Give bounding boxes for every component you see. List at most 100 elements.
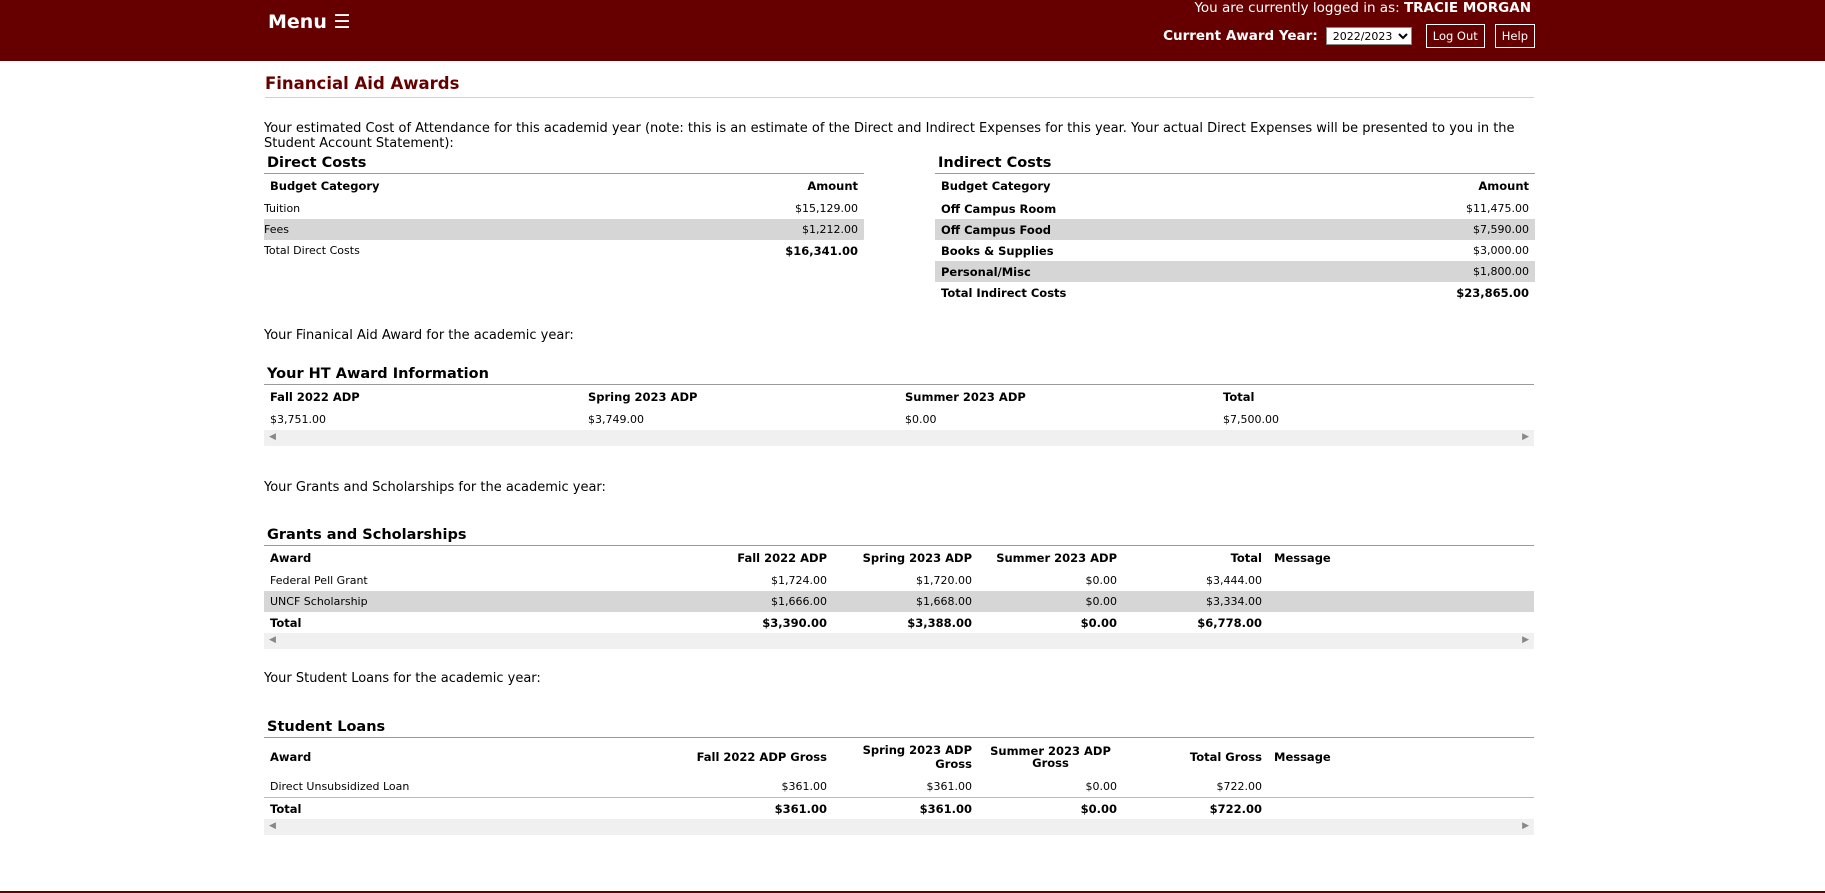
loans-lead: Your Student Loans for the academic year… [264,671,541,686]
table-row: Off Campus Room $11,475.00 [935,198,1535,219]
col-summer: Summer 2023 ADP [996,551,1117,565]
spring-amount: $361.00 [926,780,973,793]
arrow-right-icon[interactable]: ▶ [1522,635,1529,645]
grants-table: Award Fall 2022 ADP Spring 2023 ADP Summ… [264,546,1534,633]
col-award: Award [270,750,312,764]
top-navigation-bar: Menu ☰ You are currently logged in as: T… [0,0,1825,61]
fall-amount: $1,724.00 [771,574,827,587]
indirect-costs-header-row: Budget Category Amount [935,174,1535,198]
grants-total-row: Total $3,390.00 $3,388.00 $0.00 $6,778.0… [264,612,1534,633]
fall-amount: $361.00 [781,780,828,793]
grants-title: Grants and Scholarships [264,527,1534,546]
ht-fall-value: $3,751.00 [270,413,326,426]
cost-amount: $11,475.00 [1466,202,1529,215]
menu-label: Menu ☰ [268,11,351,33]
help-button[interactable]: Help [1494,24,1535,48]
total-amount: $16,341.00 [785,243,858,258]
total-amount: $722.00 [1216,780,1263,793]
summer-total: $0.00 [1080,801,1117,816]
main-content: Financial Aid Awards Your estimated Cost… [264,61,1535,835]
total-label: Total Direct Costs [264,244,360,257]
award-year-row: Current Award Year: 2022/2023 Log Out He… [1163,24,1535,48]
spring-total: $3,388.00 [907,615,972,630]
col-budget-category: Budget Category [270,179,380,193]
indirect-costs-title: Indirect Costs [935,155,1535,174]
col-award: Award [270,551,312,565]
page-title: Financial Aid Awards [265,74,1534,98]
summer-total: $0.00 [1080,615,1117,630]
col-amount: Amount [1478,179,1529,193]
col-summer: Summer 2023 ADP [905,390,1026,404]
loans-panel: Student Loans Award Fall 2022 ADP Gross … [264,719,1534,835]
horizontal-scrollbar[interactable]: ◀ ▶ [264,819,1534,835]
direct-costs-title: Direct Costs [264,155,864,174]
ht-total-value: $7,500.00 [1223,413,1279,426]
direct-costs-table: Budget Category Amount Tuition $15,129.0… [264,174,864,261]
arrow-right-icon[interactable]: ▶ [1522,432,1529,442]
indirect-costs-table: Budget Category Amount Off Campus Room $… [935,174,1535,303]
direct-costs-header-row: Budget Category Amount [264,174,864,198]
direct-costs-total-row: Total Direct Costs $16,341.00 [264,240,864,261]
loans-total-row: Total $361.00 $361.00 $0.00 $722.00 [264,798,1534,820]
summer-amount: $0.00 [1085,780,1118,793]
col-summer: Summer 2023 ADP Gross [990,744,1111,770]
total-amount: $23,865.00 [1456,285,1529,300]
col-message: Message [1274,750,1331,764]
col-spring: Spring 2023 ADP Gross [862,743,972,771]
award-name: UNCF Scholarship [264,591,687,612]
direct-costs-panel: Direct Costs Budget Category Amount Tuit… [264,155,864,261]
menu-button[interactable]: Menu ☰ [268,11,351,33]
total-label: Total Indirect Costs [941,285,1067,300]
col-fall: Fall 2022 ADP [270,390,360,404]
col-spring: Spring 2023 ADP [862,551,972,565]
award-year-select[interactable]: 2022/2023 [1325,27,1412,45]
cost-category: Off Campus Room [941,201,1057,216]
cost-category: Personal/Misc [935,261,1307,282]
ht-summer-value: $0.00 [905,413,937,426]
message [1268,798,1534,820]
spring-total: $361.00 [919,801,972,816]
ht-award-header-row: Fall 2022 ADP Spring 2023 ADP Summer 202… [264,385,1534,409]
arrow-right-icon[interactable]: ▶ [1522,821,1529,831]
cost-category: Tuition [264,202,301,215]
spring-amount: $1,668.00 [833,591,978,612]
ht-award-lead: Your Finanical Aid Award for the academi… [264,328,574,343]
total-amount: $3,334.00 [1123,591,1268,612]
award-year-label: Current Award Year: [1163,28,1318,44]
cost-tables: Direct Costs Budget Category Amount Tuit… [264,155,1535,305]
col-spring: Spring 2023 ADP [588,390,698,404]
spring-amount: $1,720.00 [916,574,972,587]
col-budget-category: Budget Category [941,179,1051,193]
summer-amount: $0.00 [1085,574,1118,587]
indirect-costs-panel: Indirect Costs Budget Category Amount Of… [935,155,1535,303]
fall-total: $3,390.00 [762,615,827,630]
grand-total: $722.00 [1209,801,1262,816]
table-row: $3,751.00 $3,749.00 $0.00 $7,500.00 [264,409,1534,430]
table-row: UNCF Scholarship $1,666.00 $1,668.00 $0.… [264,591,1534,612]
message [1268,612,1534,633]
loans-header-row: Award Fall 2022 ADP Gross Spring 2023 AD… [264,738,1534,776]
arrow-left-icon[interactable]: ◀ [269,432,276,442]
arrow-left-icon[interactable]: ◀ [269,635,276,645]
grants-header-row: Award Fall 2022 ADP Spring 2023 ADP Summ… [264,546,1534,570]
logged-in-prefix: You are currently logged in as: [1194,0,1404,16]
grants-panel: Grants and Scholarships Award Fall 2022 … [264,527,1534,649]
table-row: Fees $1,212.00 [264,219,864,240]
ht-award-title: Your HT Award Information [264,366,1534,385]
table-row: Federal Pell Grant $1,724.00 $1,720.00 $… [264,570,1534,591]
total-amount: $3,444.00 [1206,574,1262,587]
table-row: Books & Supplies $3,000.00 [935,240,1535,261]
horizontal-scrollbar[interactable]: ◀ ▶ [264,633,1534,649]
log-out-button[interactable]: Log Out [1425,24,1485,48]
ht-award-panel: Your HT Award Information Fall 2022 ADP … [264,366,1534,446]
loans-table: Award Fall 2022 ADP Gross Spring 2023 AD… [264,738,1534,819]
horizontal-scrollbar[interactable]: ◀ ▶ [264,430,1534,446]
table-row: Off Campus Food $7,590.00 [935,219,1535,240]
col-total: Total [1230,551,1262,565]
col-total: Total [1223,390,1255,404]
cost-category: Fees [264,219,618,240]
cost-amount: $1,212.00 [617,219,864,240]
cost-category: Books & Supplies [941,243,1054,258]
grand-total: $6,778.00 [1197,615,1262,630]
arrow-left-icon[interactable]: ◀ [269,821,276,831]
